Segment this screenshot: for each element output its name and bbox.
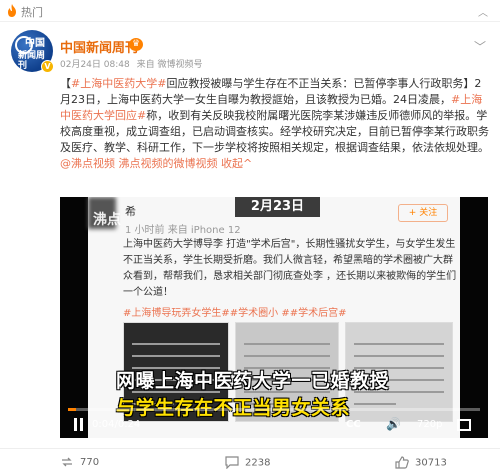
video-time: 0:04/0:24 — [92, 419, 141, 430]
more-options-icon[interactable]: ﹀ — [474, 38, 486, 55]
post-content: 【#上海中医药大学#回应教授被曝与学生存在不正当关系：已暂停李事人行政职务】2月… — [60, 76, 490, 172]
inner-follow-button: + 关注 — [398, 204, 448, 222]
subtitles-button[interactable]: CC — [346, 419, 361, 430]
repost-icon — [62, 457, 72, 467]
post-source[interactable]: 来自 微博视频号 — [137, 60, 203, 70]
like-button[interactable]: 30713 — [395, 456, 447, 470]
video-watermark: 沸点 — [93, 212, 121, 228]
video-progress-bar[interactable] — [68, 408, 480, 411]
video-progress-fill — [68, 408, 77, 411]
hot-label: 热门 — [21, 6, 43, 19]
post-meta: 02月24日 08:48 来自 微博视频号 — [60, 57, 206, 70]
content-text: 【 — [60, 77, 71, 90]
video-player[interactable]: 希 沸点 1 小时前 来自 iPhone 12 + 关注 上海中医药大学博导李 … — [60, 197, 488, 438]
member-crown-icon[interactable]: ♛ — [129, 38, 143, 51]
comment-count: 2238 — [245, 457, 271, 469]
fullscreen-icon[interactable] — [457, 419, 471, 431]
inner-post-body: 上海中医药大学博导李 打造"学术后宫"，长期性骚扰女学生，与女学生发生不正当关系… — [123, 239, 457, 298]
content-link[interactable]: #上海中医药大学# — [71, 77, 166, 90]
content-link[interactable]: ^ — [243, 157, 252, 170]
comment-icon — [225, 456, 239, 470]
pause-icon[interactable] — [72, 418, 84, 431]
video-controls: 0:04/0:24 CC 🔊 720p — [60, 412, 488, 438]
repost-button[interactable]: 770 — [60, 456, 99, 470]
video-caption-line-1: 网曝上海中医药大学一已婚教授 — [116, 370, 390, 392]
repost-count: 770 — [80, 457, 100, 468]
verified-badge-icon: V — [41, 60, 54, 73]
inner-account-name: 希 — [125, 205, 136, 218]
content-link[interactable]: 收起 — [218, 157, 243, 170]
collapse-chevron-icon[interactable]: ︿ — [478, 4, 488, 19]
avatar-text-top: 中国 — [25, 38, 45, 49]
hot-tab-bar: 热门 ︿ — [0, 0, 500, 22]
volume-icon[interactable]: 🔊 — [386, 417, 401, 431]
video-date-tag: 2月23日 — [235, 197, 320, 217]
inner-post-tags: #上海博导玩弄女学生##学术圈小 ##学术后宫# — [123, 308, 347, 319]
post-time[interactable]: 02月24日 08:48 — [60, 60, 130, 70]
content-link[interactable]: 沸点视频的微博视频 — [119, 157, 218, 170]
fire-icon — [8, 4, 16, 17]
like-count: 30713 — [415, 457, 447, 469]
inner-post-device: 1 小时前 来自 iPhone 12 — [125, 225, 241, 236]
thumbs-up-icon — [395, 456, 409, 469]
quality-selector[interactable]: 720p — [417, 419, 442, 430]
comment-button[interactable]: 2238 — [225, 456, 270, 470]
post-action-bar: 770 2238 30713 — [0, 448, 500, 475]
content-link[interactable]: @沸点视频 — [60, 157, 115, 170]
author-name[interactable]: 中国新闻周刊 — [60, 37, 138, 56]
